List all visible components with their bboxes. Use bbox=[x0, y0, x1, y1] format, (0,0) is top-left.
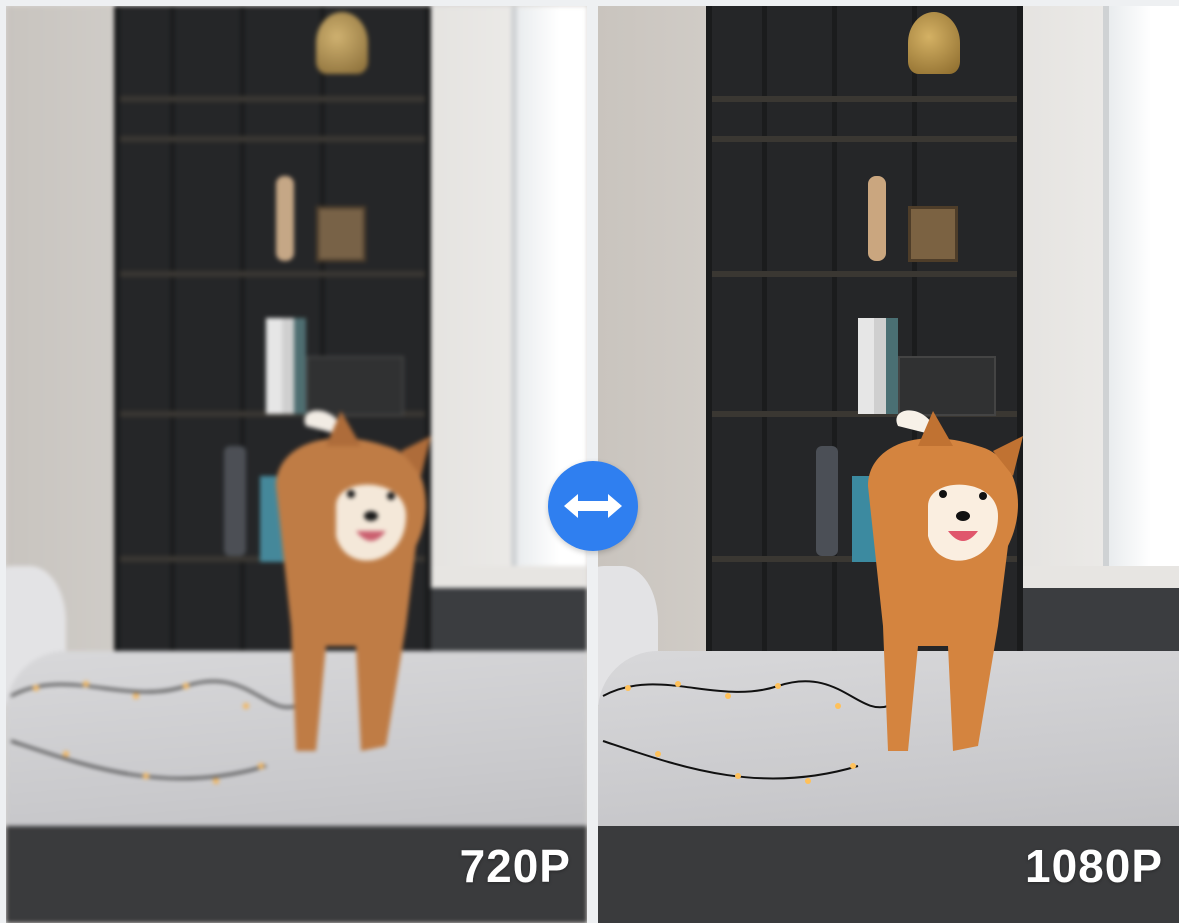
shiba-dog bbox=[868, 410, 1023, 751]
comparison-panel-720p: 720P bbox=[6, 6, 587, 923]
room-scene-image bbox=[6, 6, 587, 923]
room-scene-image bbox=[598, 6, 1179, 923]
compare-swap-button[interactable] bbox=[548, 461, 638, 551]
resolution-label-720p: 720P bbox=[459, 840, 571, 892]
comparison-panel-1080p: 1080P bbox=[598, 6, 1179, 923]
shiba-dog bbox=[276, 410, 431, 751]
double-arrow-horizontal-icon bbox=[564, 494, 622, 518]
resolution-label-1080p: 1080P bbox=[1024, 840, 1163, 892]
